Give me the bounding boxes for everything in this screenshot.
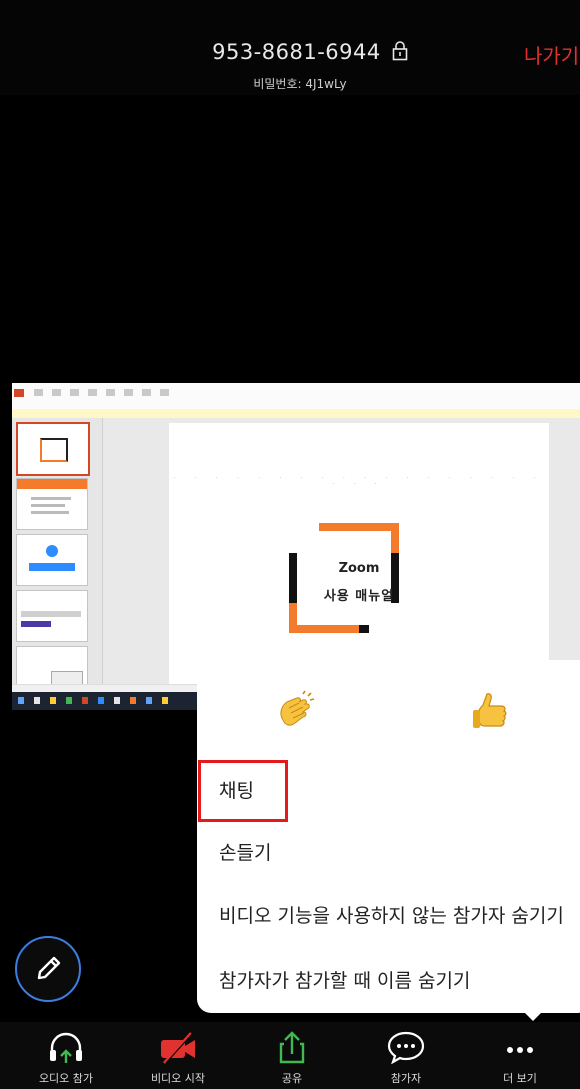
meeting-password: 비밀번호: 4J1wLy: [253, 77, 347, 91]
annotate-button[interactable]: [15, 936, 81, 1002]
slide-thumbnail: [16, 478, 88, 530]
more-label: 더 보기: [503, 1072, 537, 1085]
video-off-icon: [161, 1032, 195, 1064]
share-icon: [279, 1031, 305, 1064]
zoom-frame-graphic: [289, 523, 399, 633]
meeting-id[interactable]: 953-8681-6944: [0, 40, 580, 66]
clapping-hands-icon[interactable]: [273, 690, 317, 734]
slide-thumbnail: [16, 422, 90, 476]
leave-button[interactable]: 나가기: [524, 40, 579, 69]
slide-thumbnail-panel: [12, 418, 103, 698]
slide-editor-area: · · · · · · · · · · · · · · · · · · · · …: [103, 418, 580, 690]
more-button[interactable]: 더 보기: [462, 1022, 578, 1089]
menu-item-hide-names[interactable]: 참가자가 참가할 때 이름 숨기기: [219, 966, 470, 993]
start-video-label: 비디오 시작: [150, 1072, 206, 1085]
slide-tagline: · · · · · · · · · · · · · · · · · · · · …: [173, 475, 545, 487]
chat-highlight-box: [198, 760, 288, 822]
slide-thumbnail: [16, 534, 88, 586]
slide-title-en: Zoom: [338, 561, 380, 576]
headphones-icon: [50, 1032, 82, 1063]
more-menu: 채팅 손들기 비디오 기능을 사용하지 않는 참가자 숨기기 참가자가 참가할 …: [197, 660, 580, 1013]
menu-item-hide-non-video[interactable]: 비디오 기능을 사용하지 않는 참가자 숨기기: [219, 901, 564, 928]
participants-label: 참가자: [390, 1072, 422, 1085]
meeting-id-text: 953-8681-6944: [212, 40, 381, 64]
participants-button[interactable]: 참가자: [348, 1022, 464, 1089]
pencil-icon: [37, 956, 61, 980]
join-audio-button[interactable]: 오디오 참가: [8, 1022, 124, 1089]
lock-icon: [392, 41, 408, 66]
more-icon: [507, 1047, 533, 1053]
shared-app-ribbon: [12, 383, 580, 410]
share-label: 공유: [281, 1072, 303, 1085]
slide-title-ko: 사용 매뉴얼: [323, 589, 395, 604]
start-video-button[interactable]: 비디오 시작: [120, 1022, 236, 1089]
join-audio-label: 오디오 참가: [38, 1072, 94, 1085]
slide-thumbnail: [16, 590, 88, 642]
meeting-toolbar: 오디오 참가 비디오 시작 공유 참가자 더 보기: [0, 1022, 580, 1089]
meeting-topbar: 953-8681-6944 비밀번호: 4J1wLy 나가기: [0, 0, 580, 95]
thumbs-up-icon[interactable]: [469, 690, 513, 734]
menu-item-raise-hand[interactable]: 손들기: [219, 838, 271, 865]
menu-pointer-arrow: [520, 1008, 546, 1021]
share-button[interactable]: 공유: [234, 1022, 350, 1089]
chat-icon: [387, 1031, 425, 1064]
current-slide: · · · · · · · · · · · · · · · · · · · · …: [169, 423, 549, 690]
